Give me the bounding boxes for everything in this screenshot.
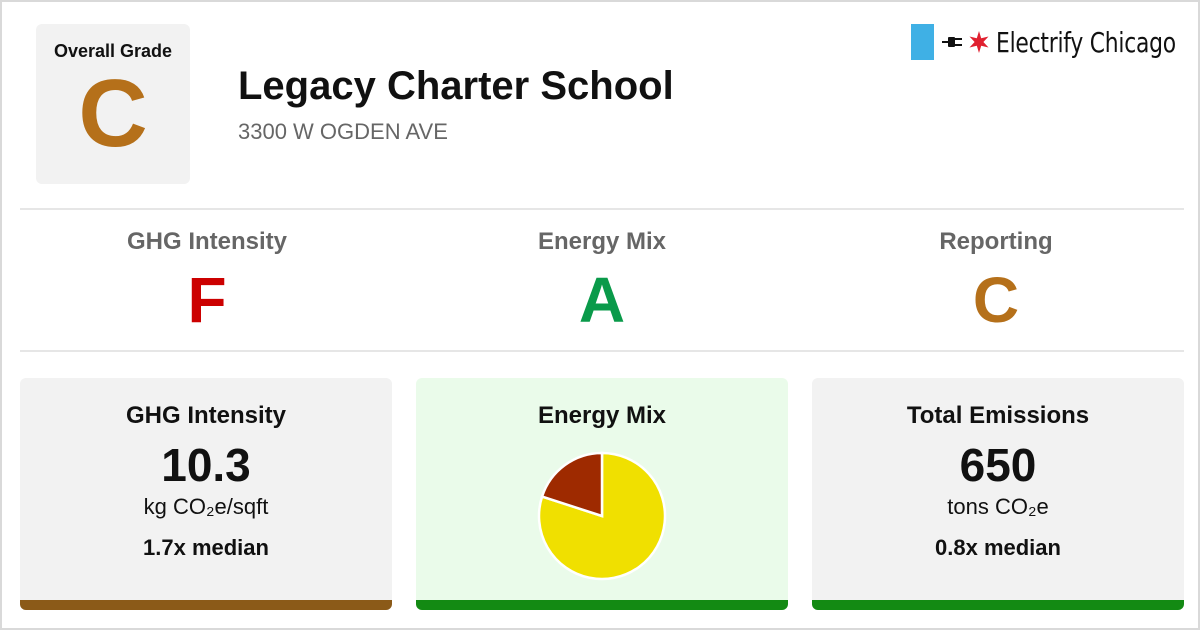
brand-logo[interactable]: Electrify Chicago (911, 24, 1176, 60)
card-title: Total Emissions (906, 402, 1090, 429)
brand-name: Electrify Chicago (996, 25, 1176, 59)
total-emissions-card: Total Emissions 650 tons CO₂e 0.8x media… (812, 378, 1184, 610)
card-accent-bar (20, 600, 392, 610)
grade-reporting: Reporting C (799, 228, 1193, 332)
card-frame: Overall Grade C Legacy Charter School 33… (0, 0, 1200, 630)
overall-grade-value: C (78, 60, 148, 167)
grade-value: C (972, 264, 1020, 336)
divider-top (20, 208, 1184, 210)
star-icon (968, 31, 990, 53)
ghg-intensity-card: GHG Intensity 10.3 kg CO₂e/sqft 1.7x med… (20, 378, 392, 610)
card-accent-bar (416, 600, 788, 610)
grade-value: F (187, 264, 227, 336)
energy-mix-card: Energy Mix (416, 378, 788, 610)
total-emissions-value: 650 (959, 439, 1037, 491)
total-emissions-unit: tons CO₂e (947, 494, 1049, 519)
ghg-intensity-unit: kg CO₂e/sqft (143, 494, 269, 519)
card-title: Energy Mix (537, 402, 667, 429)
grade-value: A (578, 264, 626, 336)
grade-label: GHG Intensity (126, 228, 288, 255)
grade-label: Energy Mix (537, 228, 667, 255)
energy-mix-pie-chart (537, 451, 667, 581)
total-emissions-median: 0.8x median (935, 535, 1061, 560)
school-address: 3300 W OGDEN AVE (238, 119, 448, 144)
grade-label: Reporting (939, 228, 1053, 255)
overall-grade-label: Overall Grade (53, 41, 173, 61)
ghg-intensity-value: 10.3 (161, 439, 251, 491)
ghg-intensity-median: 1.7x median (143, 535, 269, 560)
plug-icon (942, 34, 964, 50)
card-title: GHG Intensity (125, 402, 287, 429)
divider-middle (20, 350, 1184, 352)
grade-ghg-intensity: GHG Intensity F (10, 228, 404, 332)
grade-energy-mix: Energy Mix A (405, 228, 799, 332)
flag-icon (911, 24, 934, 60)
school-name: Legacy Charter School (238, 64, 674, 108)
card-accent-bar (812, 600, 1184, 610)
overall-grade-box: Overall Grade C (36, 24, 190, 184)
